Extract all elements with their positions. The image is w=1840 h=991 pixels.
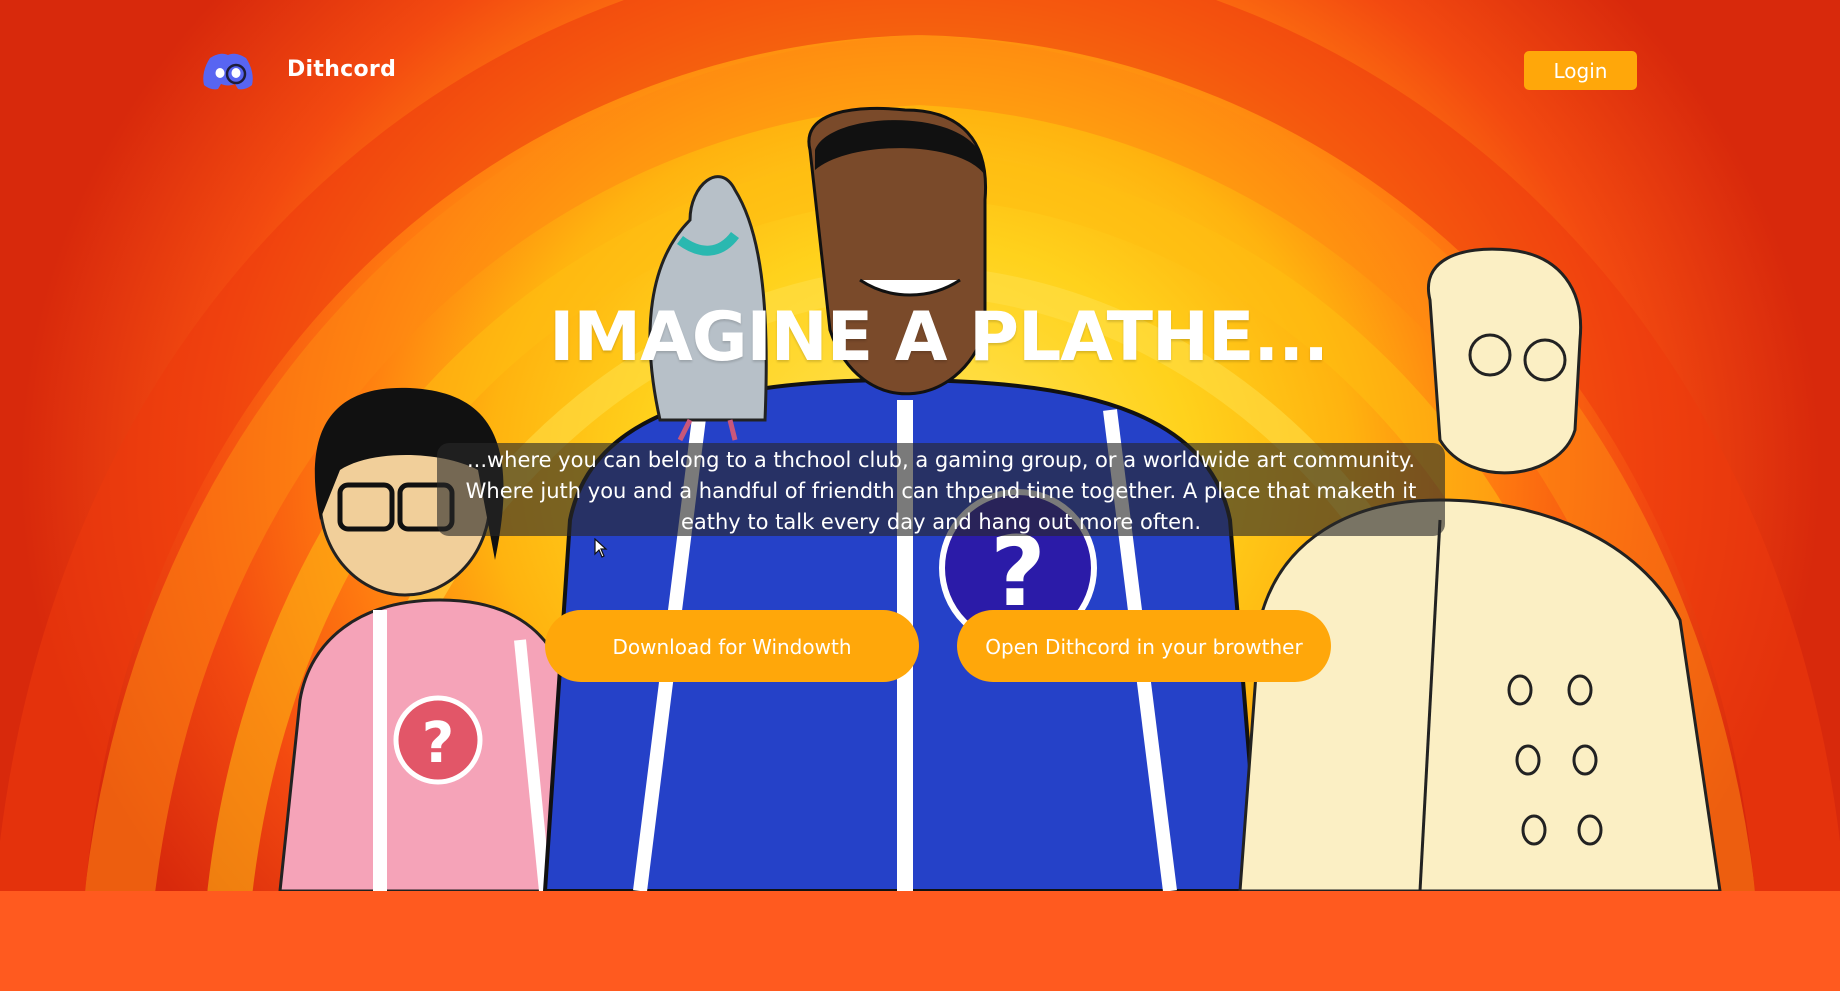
download-button[interactable]: Download for Windowth [545,610,919,682]
svg-text:?: ? [422,711,454,776]
hero-tagline: ...where you can belong to a thchool clu… [437,443,1445,536]
login-button[interactable]: Login [1524,51,1637,90]
hero-headline: IMAGINE A PLATHE... [549,298,1329,377]
mouse-pointer-icon [594,538,608,558]
discord-logo-icon[interactable] [202,52,254,90]
brand-name[interactable]: Dithcord [287,57,396,82]
footer-band [0,891,1840,991]
open-in-browser-button[interactable]: Open Dithcord in your browther [957,610,1331,682]
